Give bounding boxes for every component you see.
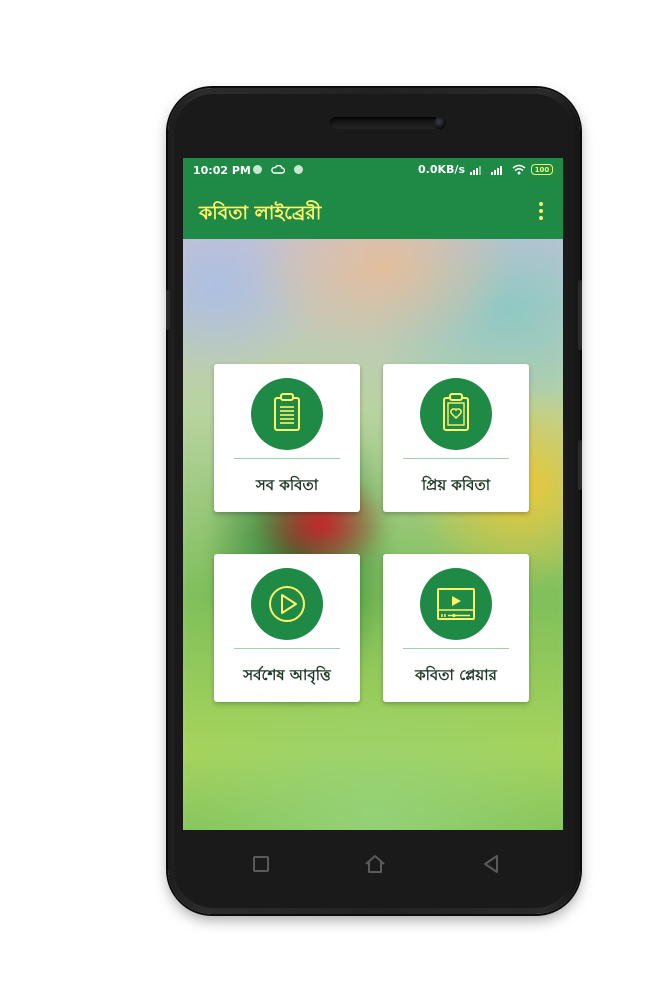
power-button xyxy=(578,440,582,490)
all-poems-card[interactable]: সব কবিতা xyxy=(214,364,360,512)
card-divider xyxy=(234,458,340,459)
clipboard-heart-icon xyxy=(420,378,492,450)
wifi-icon xyxy=(512,164,526,175)
card-label: সব কবিতা xyxy=(255,476,319,494)
notification-icons xyxy=(253,165,308,177)
back-triangle-icon xyxy=(484,855,498,873)
status-bar: 10:02 PM 0.0KB/s 100 xyxy=(183,158,563,184)
status-time: 10:02 PM xyxy=(193,164,251,177)
square-icon xyxy=(253,856,269,872)
battery-icon: 100 xyxy=(531,164,553,175)
back-button[interactable] xyxy=(479,852,503,876)
front-camera xyxy=(434,117,446,129)
home-icon xyxy=(365,855,385,873)
app-title: কবিতা লাইব্রেরী xyxy=(199,202,322,224)
home-button[interactable] xyxy=(363,852,387,876)
notification-dot-icon xyxy=(253,165,262,174)
earpiece-speaker xyxy=(330,117,440,129)
card-label: প্রিয় কবিতা xyxy=(421,476,491,494)
volume-button xyxy=(578,280,582,350)
card-divider xyxy=(403,648,509,649)
network-speed: 0.0KB/s xyxy=(418,163,465,176)
blurred-background-image xyxy=(183,224,563,830)
phone-screen: 10:02 PM 0.0KB/s 100 কবিতা লাইব্রেরী সব … xyxy=(183,158,563,830)
poem-player-card[interactable]: কবিতা প্লেয়ার xyxy=(383,554,529,702)
more-vert-icon xyxy=(539,202,543,206)
card-label: কবিতা প্লেয়ার xyxy=(415,666,497,684)
more-vert-icon xyxy=(539,209,543,213)
video-player-icon xyxy=(420,568,492,640)
play-circle-icon xyxy=(251,568,323,640)
more-vert-icon xyxy=(539,216,543,220)
notification-dot-icon xyxy=(293,165,303,174)
clipboard-list-icon xyxy=(251,378,323,450)
card-label: সর্বশেষ আবৃত্তি xyxy=(243,666,331,684)
signal-icon xyxy=(470,165,481,175)
status-right-group: 0.0KB/s 100 xyxy=(418,163,553,176)
card-divider xyxy=(234,648,340,649)
side-key xyxy=(166,290,170,330)
latest-recitation-card[interactable]: সর্বশেষ আবৃত্তি xyxy=(214,554,360,702)
app-toolbar: কবিতা লাইব্রেরী xyxy=(183,184,563,239)
more-options-button[interactable] xyxy=(529,198,553,224)
navigation-bar xyxy=(183,830,563,900)
card-divider xyxy=(403,458,509,459)
cloud-icon xyxy=(271,165,285,174)
recent-apps-button[interactable] xyxy=(249,852,273,876)
favorite-poems-card[interactable]: প্রিয় কবিতা xyxy=(383,364,529,512)
signal-icon xyxy=(491,165,502,175)
